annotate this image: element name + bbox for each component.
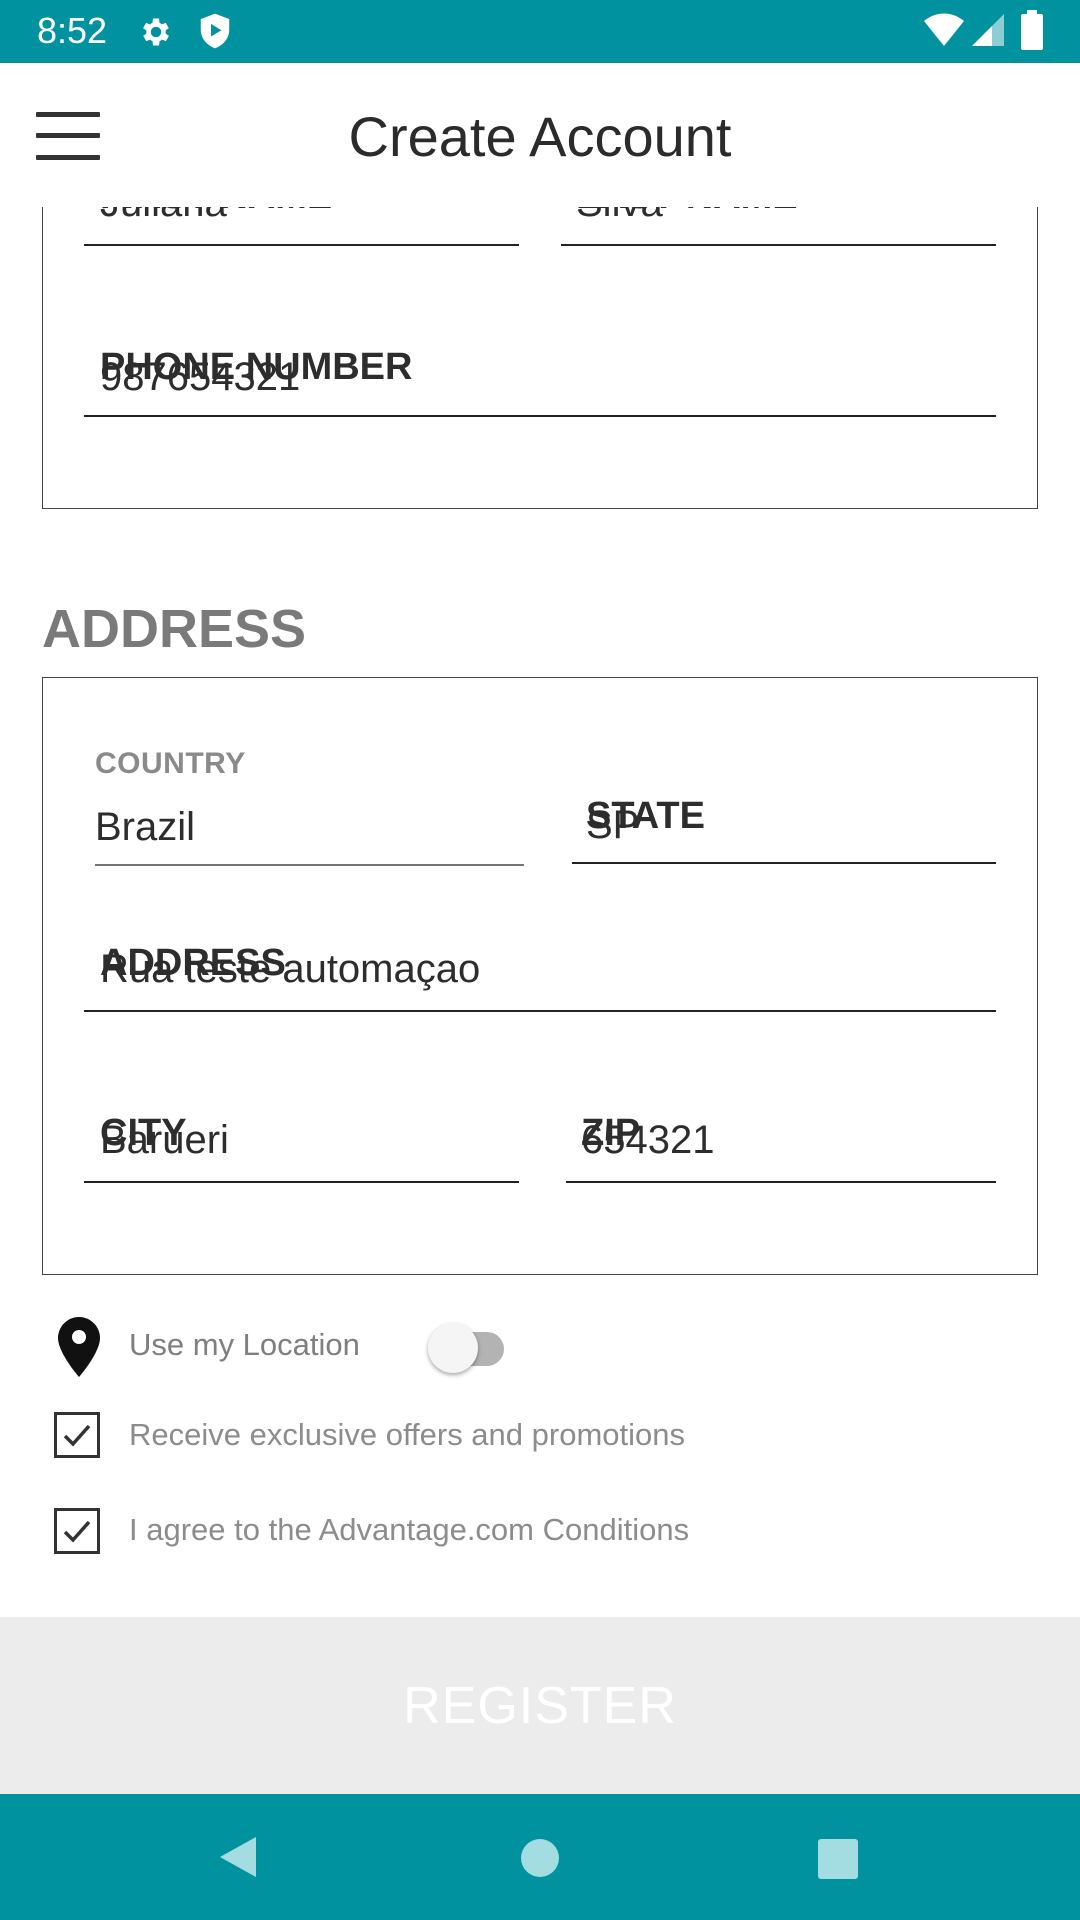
page-title: Create Account [348, 105, 732, 168]
wifi-icon [924, 13, 964, 46]
cell-signal-icon [972, 14, 1004, 46]
form-scroll-area[interactable]: Juliana FIRST NAME Silva LAST NAME 98765… [0, 207, 1080, 1617]
address-section-heading: ADDRESS [42, 599, 307, 659]
toggle-thumb [428, 1323, 478, 1373]
last-name-underline[interactable] [561, 244, 996, 246]
register-button[interactable]: REGISTER [0, 1617, 1080, 1794]
zip-label: ZIP [581, 1112, 641, 1154]
status-time: 8:52 [37, 10, 108, 51]
city-label: CITY [100, 1112, 187, 1154]
state-label: STATE [586, 795, 705, 837]
use-location-label: Use my Location [129, 1327, 360, 1362]
first-name-label: FIRST NAME [100, 207, 332, 218]
checkmark-icon [63, 1520, 91, 1543]
first-name-underline[interactable] [84, 244, 519, 246]
checkmark-icon [63, 1424, 91, 1447]
home-icon[interactable] [520, 1838, 560, 1878]
battery-icon [1021, 10, 1043, 50]
settings-gear-icon [143, 18, 169, 46]
zip-underline[interactable] [566, 1181, 996, 1183]
city-underline[interactable] [84, 1181, 519, 1183]
conditions-checkbox[interactable] [54, 1508, 100, 1554]
phone-number-underline[interactable] [84, 415, 996, 417]
offers-checkbox[interactable] [54, 1412, 100, 1458]
navigation-bar [0, 1794, 1080, 1920]
offers-label: Receive exclusive offers and promotions [129, 1417, 685, 1452]
country-underline[interactable] [95, 864, 524, 866]
back-icon[interactable] [216, 1833, 260, 1881]
location-pin-icon [58, 1317, 100, 1377]
state-underline[interactable] [572, 862, 996, 864]
last-name-label: LAST NAME [576, 207, 798, 218]
country-label: COUNTRY [95, 747, 246, 780]
address-underline[interactable] [84, 1010, 996, 1012]
phone-number-label: PHONE NUMBER [100, 346, 413, 388]
address-label: ADDRESS [100, 942, 286, 984]
conditions-label: I agree to the Advantage.com Conditions [129, 1512, 690, 1547]
use-location-toggle[interactable] [428, 1316, 512, 1373]
recents-icon[interactable] [817, 1838, 859, 1880]
shield-play-icon [200, 13, 230, 49]
country-value[interactable]: Brazil [95, 805, 195, 850]
status-bar: 8:52 [0, 0, 1080, 63]
